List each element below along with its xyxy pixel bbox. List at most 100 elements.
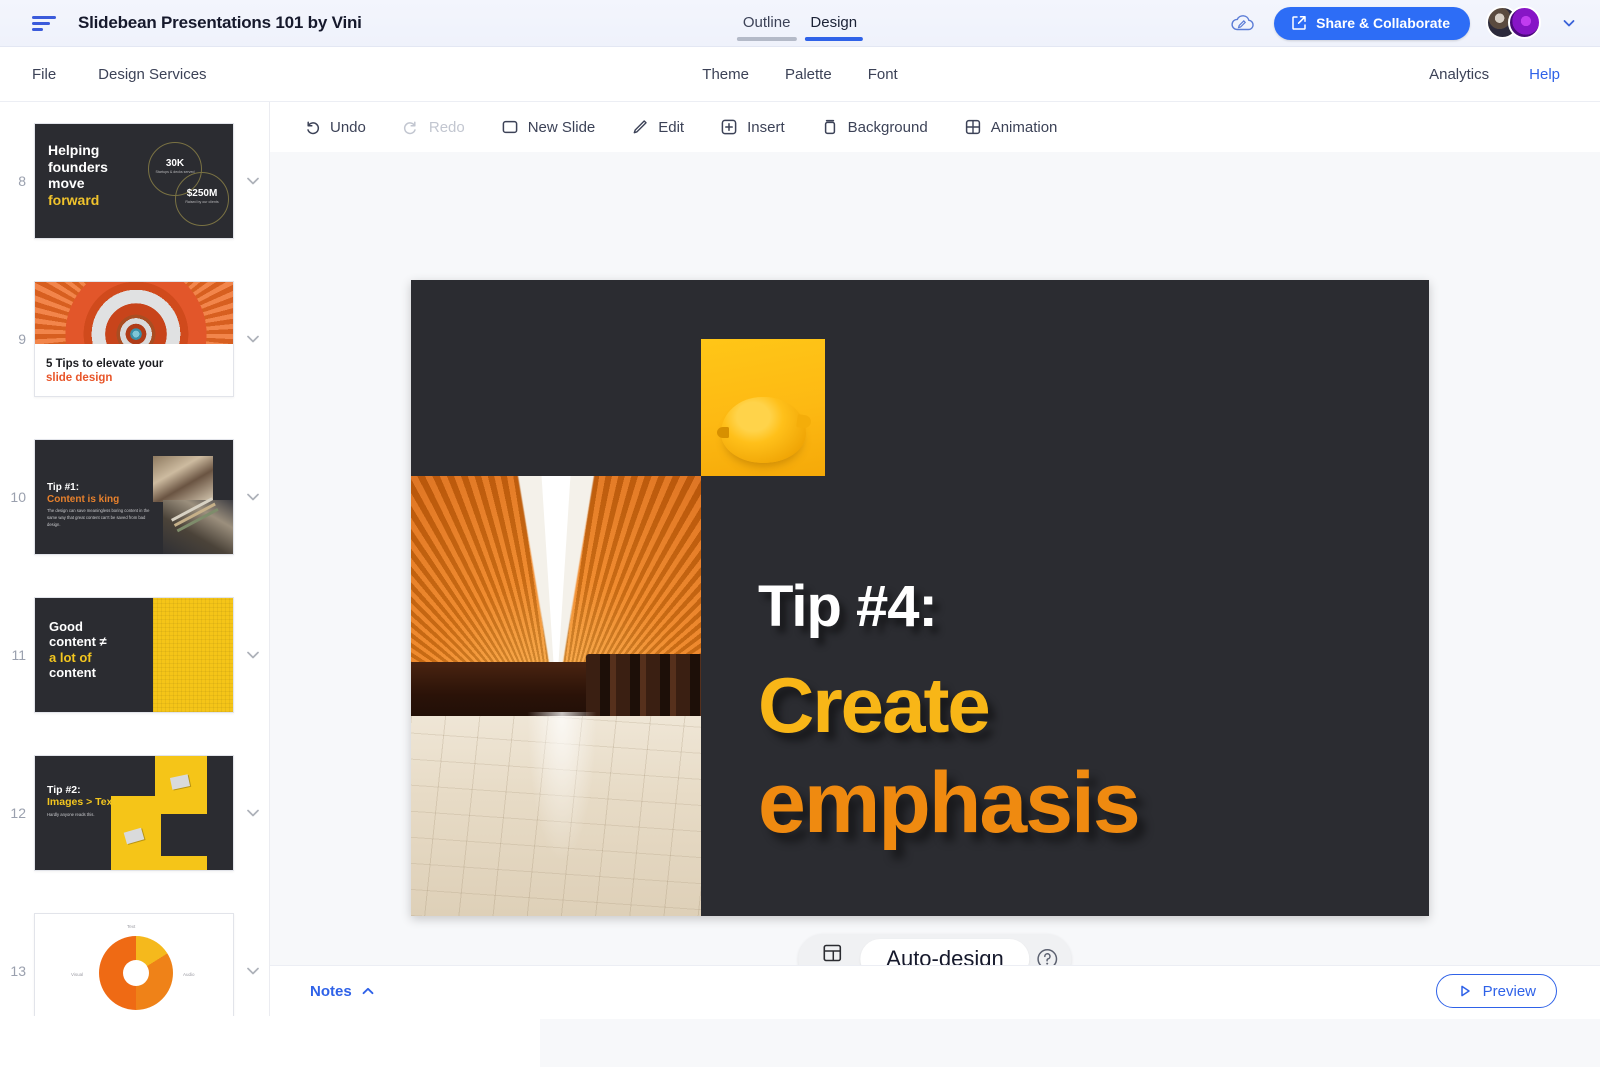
slide-thumbnail-sidebar[interactable]: 8 Helping founders move forward 30K Star… [0, 102, 270, 1016]
list-item[interactable]: 10 Tip #1: Content is king The design ca… [0, 418, 269, 576]
chevron-down-icon[interactable] [244, 330, 262, 348]
avatar-group[interactable] [1486, 6, 1544, 40]
thumb-title-highlight: slide design [46, 372, 112, 384]
thumb-title-highlight: Content is king [47, 494, 119, 506]
thumb-body: Hardly anyone reads this. [47, 812, 94, 817]
slide-number: 10 [0, 489, 34, 505]
slide-thumbnail-10[interactable]: Tip #1: Content is king The design can s… [34, 439, 234, 555]
list-item[interactable]: 8 Helping founders move forward 30K Star… [0, 102, 269, 260]
redo-label: Redo [429, 119, 465, 136]
menu-bar-left: File Design Services [0, 66, 207, 83]
chevron-down-icon[interactable] [244, 172, 262, 190]
notes-button[interactable]: Notes [310, 983, 376, 1000]
thumb-title-line: founders [48, 159, 108, 175]
editor-panel: Undo Redo New Slide Edit Insert Backgrou… [270, 102, 1600, 1016]
yellow-tile [111, 796, 161, 871]
menu-item-design-services[interactable]: Design Services [98, 66, 206, 83]
play-icon [1457, 983, 1473, 999]
chevron-down-icon[interactable] [244, 962, 262, 980]
share-collaborate-label: Share & Collaborate [1316, 15, 1450, 31]
redo-button[interactable]: Redo [384, 112, 483, 142]
menu-item-analytics[interactable]: Analytics [1429, 66, 1489, 83]
tab-outline-label: Outline [743, 14, 791, 31]
undo-label: Undo [330, 119, 366, 136]
slide-thumbnail-12[interactable]: Tip #2: Images > Text Hardly anyone read… [34, 755, 234, 871]
thumb-title-line: 5 Tips to elevate your [46, 358, 163, 370]
chevron-down-icon[interactable] [1560, 14, 1578, 32]
thumb-title-line: content ≠ [49, 634, 107, 649]
new-slide-button[interactable]: New Slide [483, 112, 614, 142]
chart-label-audio: Audio [183, 972, 195, 977]
thumb-title-line: content [49, 665, 96, 680]
editor-toolbar: Undo Redo New Slide Edit Insert Backgrou… [270, 102, 1600, 152]
hamburger-icon[interactable] [32, 10, 58, 36]
thumb-title-highlight: a lot of [49, 650, 92, 665]
avatar [1508, 6, 1541, 39]
thumb-title-line: Helping [48, 142, 99, 158]
insert-button[interactable]: Insert [702, 112, 803, 142]
menu-item-file[interactable]: File [32, 66, 56, 83]
thumb-title-highlight: forward [48, 192, 99, 208]
lemon-tip [796, 414, 812, 429]
edit-button[interactable]: Edit [613, 112, 702, 142]
chevron-down-icon[interactable] [244, 646, 262, 664]
chart-label-visual: Visual [71, 972, 83, 977]
slide-thumbnail-11[interactable]: Good content ≠ a lot of content [34, 597, 234, 713]
canvas-bottom-spacer [540, 1019, 1600, 1067]
tab-outline-underline [737, 37, 797, 41]
menu-bar-center: Theme Palette Font [702, 66, 897, 83]
thumb-title: Good content ≠ a lot of content [49, 619, 107, 680]
chevron-down-icon[interactable] [244, 804, 262, 822]
desk-photo [153, 456, 213, 502]
new-slide-label: New Slide [528, 119, 596, 136]
list-item[interactable]: 13 Text Visual Audio [0, 892, 269, 1016]
menu-item-font[interactable]: Font [868, 66, 898, 83]
menu-item-theme[interactable]: Theme [702, 66, 749, 83]
page-title: Slidebean Presentations 101 by Vini [78, 13, 362, 33]
thumb-title-line: Good [49, 619, 83, 634]
orange-tunnel-photo[interactable] [411, 476, 701, 916]
animation-label: Animation [991, 119, 1058, 136]
chevron-up-icon [360, 983, 376, 999]
hamburger-line [32, 28, 43, 31]
pencils-photo [163, 500, 234, 555]
slide-thumbnail-8[interactable]: Helping founders move forward 30K Startu… [34, 123, 234, 239]
redo-icon [402, 118, 420, 136]
chevron-down-icon[interactable] [244, 488, 262, 506]
menu-item-palette[interactable]: Palette [785, 66, 832, 83]
list-item[interactable]: 11 Good content ≠ a lot of content [0, 576, 269, 734]
chart-label-text: Text [127, 924, 135, 929]
tab-design[interactable]: Design [804, 14, 863, 47]
animation-button[interactable]: Animation [946, 112, 1076, 142]
share-collaborate-button[interactable]: Share & Collaborate [1274, 7, 1470, 40]
active-slide-canvas[interactable]: Tip #4: Create emphasis [411, 280, 1429, 916]
thumb-title-line: Tip #1: [47, 482, 79, 493]
lemon-photo[interactable] [701, 339, 825, 476]
preview-label: Preview [1483, 983, 1536, 1000]
pencil-icon [631, 118, 649, 136]
menu-item-help[interactable]: Help [1529, 66, 1560, 83]
stat-caption: Startups & decks served [152, 170, 198, 174]
background-button[interactable]: Background [803, 112, 946, 142]
slide-title-line1: Tip #4: [758, 578, 1398, 636]
tab-design-label: Design [810, 14, 857, 31]
slide-thumbnail-9[interactable]: 5 Tips to elevate your slide design [34, 281, 234, 397]
slide-text-block[interactable]: Tip #4: Create emphasis [758, 578, 1398, 846]
hamburger-line [32, 22, 50, 25]
preview-button[interactable]: Preview [1436, 974, 1557, 1008]
edit-label: Edit [658, 119, 684, 136]
slide-title-line2: Create [758, 666, 1398, 744]
stat-caption: Raised by our clients [178, 200, 226, 204]
tunnel-floor-glare [527, 712, 597, 862]
undo-button[interactable]: Undo [285, 112, 384, 142]
external-link-icon [1291, 15, 1307, 31]
list-item[interactable]: 9 5 Tips to elevate your slide design [0, 260, 269, 418]
hamburger-line [32, 16, 56, 19]
list-item[interactable]: 12 Tip #2: Images > Text Hardly anyone r… [0, 734, 269, 892]
cloud-saved-icon[interactable] [1228, 8, 1258, 38]
tab-outline[interactable]: Outline [737, 14, 797, 47]
thumb-title: Tip #1: Content is king [47, 482, 119, 506]
thumb-title: 5 Tips to elevate your slide design [46, 358, 163, 385]
slide-thumbnail-13[interactable]: Text Visual Audio [34, 913, 234, 1016]
lemon-tip [717, 427, 729, 438]
